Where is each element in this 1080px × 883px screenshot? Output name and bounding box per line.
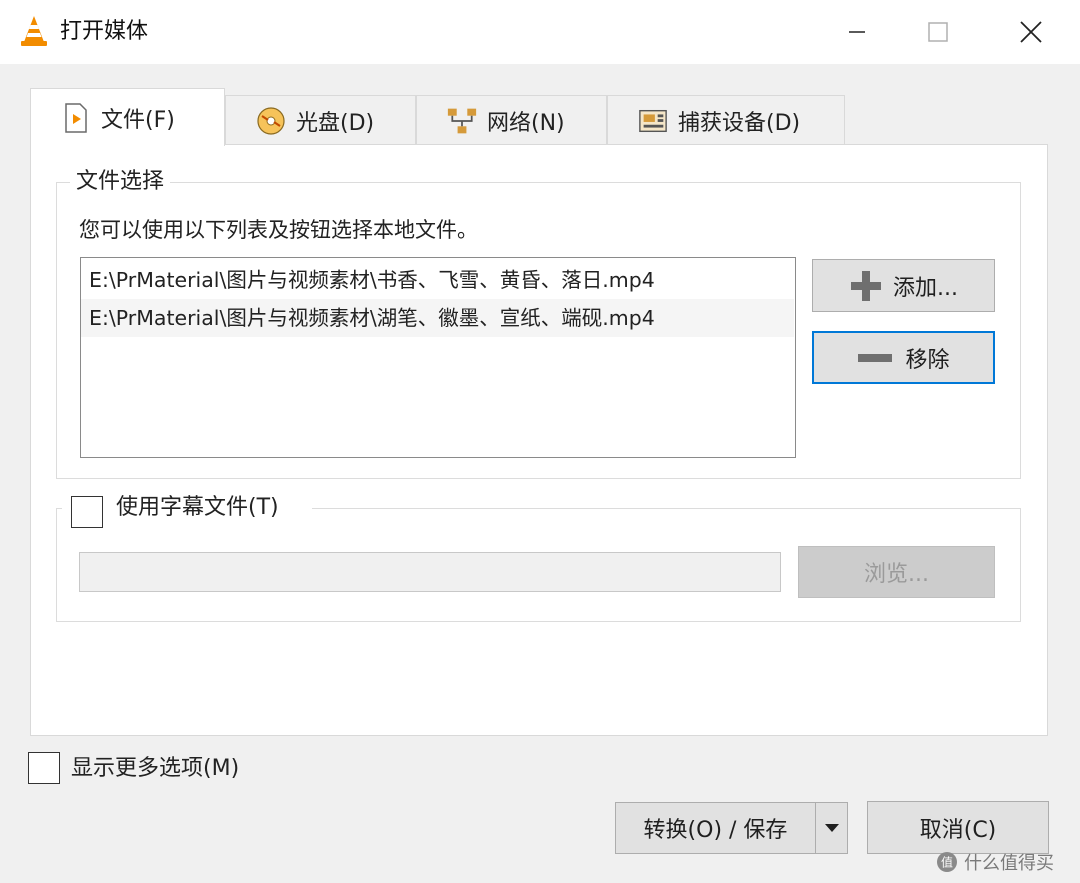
window-title: 打开媒体 [60, 19, 149, 44]
browse-button[interactable]: 浏览... [798, 546, 995, 598]
svg-text:值: 值 [941, 855, 953, 870]
maximize-button[interactable] [913, 10, 963, 54]
cancel-button[interactable]: 取消(C) [867, 801, 1049, 854]
disc-icon [256, 106, 286, 136]
remove-file-label: 移除 [905, 347, 950, 373]
file-selection-description: 您可以使用以下列表及按钮选择本地文件。 [79, 218, 478, 242]
watermark-text: 什么值得买 [964, 853, 1054, 874]
tab-file-label: 文件(F) [101, 107, 175, 133]
file-list[interactable]: E:\PrMaterial\图片与视频素材\书香、飞雪、黄昏、落日.mp4 E:… [80, 257, 796, 458]
watermark-logo-icon: 值 [936, 851, 958, 873]
add-file-button[interactable]: 添加... [812, 259, 995, 312]
convert-save-button[interactable]: 转换(O) / 保存 [615, 802, 816, 854]
capture-device-icon [638, 106, 668, 136]
remove-file-button[interactable]: 移除 [812, 331, 995, 384]
minimize-icon [849, 31, 865, 33]
tab-capture-device-label: 捕获设备(D) [678, 110, 801, 136]
dropdown-arrow-icon [824, 824, 839, 832]
subtitle-file-path-input[interactable] [79, 552, 781, 592]
list-item[interactable]: E:\PrMaterial\图片与视频素材\书香、飞雪、黄昏、落日.mp4 [81, 261, 794, 299]
watermark: 值 什么值得买 [936, 849, 1054, 875]
tab-disc-label: 光盘(D) [296, 110, 375, 136]
tab-network[interactable]: 网络(N) [416, 95, 607, 145]
tab-file[interactable]: 文件(F) [30, 88, 225, 146]
close-button[interactable] [1006, 10, 1056, 54]
tab-capture-device[interactable]: 捕获设备(D) [607, 95, 845, 145]
minus-icon [858, 353, 893, 362]
file-icon [61, 102, 91, 133]
vlc-cone-icon [18, 14, 50, 48]
subtitle-checkbox-label[interactable]: 使用字幕文件(T) [112, 493, 283, 523]
maximize-icon [928, 22, 948, 42]
tab-disc[interactable]: 光盘(D) [225, 95, 416, 145]
add-file-label: 添加... [893, 275, 958, 301]
network-icon [447, 106, 477, 136]
close-icon [1020, 21, 1042, 43]
convert-save-dropdown-button[interactable] [815, 802, 848, 854]
minimize-button[interactable] [832, 10, 882, 54]
file-selection-legend: 文件选择 [70, 167, 171, 197]
more-options-checkbox[interactable] [28, 752, 60, 784]
more-options-label[interactable]: 显示更多选项(M) [71, 752, 239, 786]
tab-network-label: 网络(N) [487, 110, 565, 136]
list-item[interactable]: E:\PrMaterial\图片与视频素材\湖笔、徽墨、宣纸、端砚.mp4 [81, 299, 794, 337]
subtitle-checkbox[interactable] [71, 496, 103, 528]
plus-icon [851, 270, 881, 301]
